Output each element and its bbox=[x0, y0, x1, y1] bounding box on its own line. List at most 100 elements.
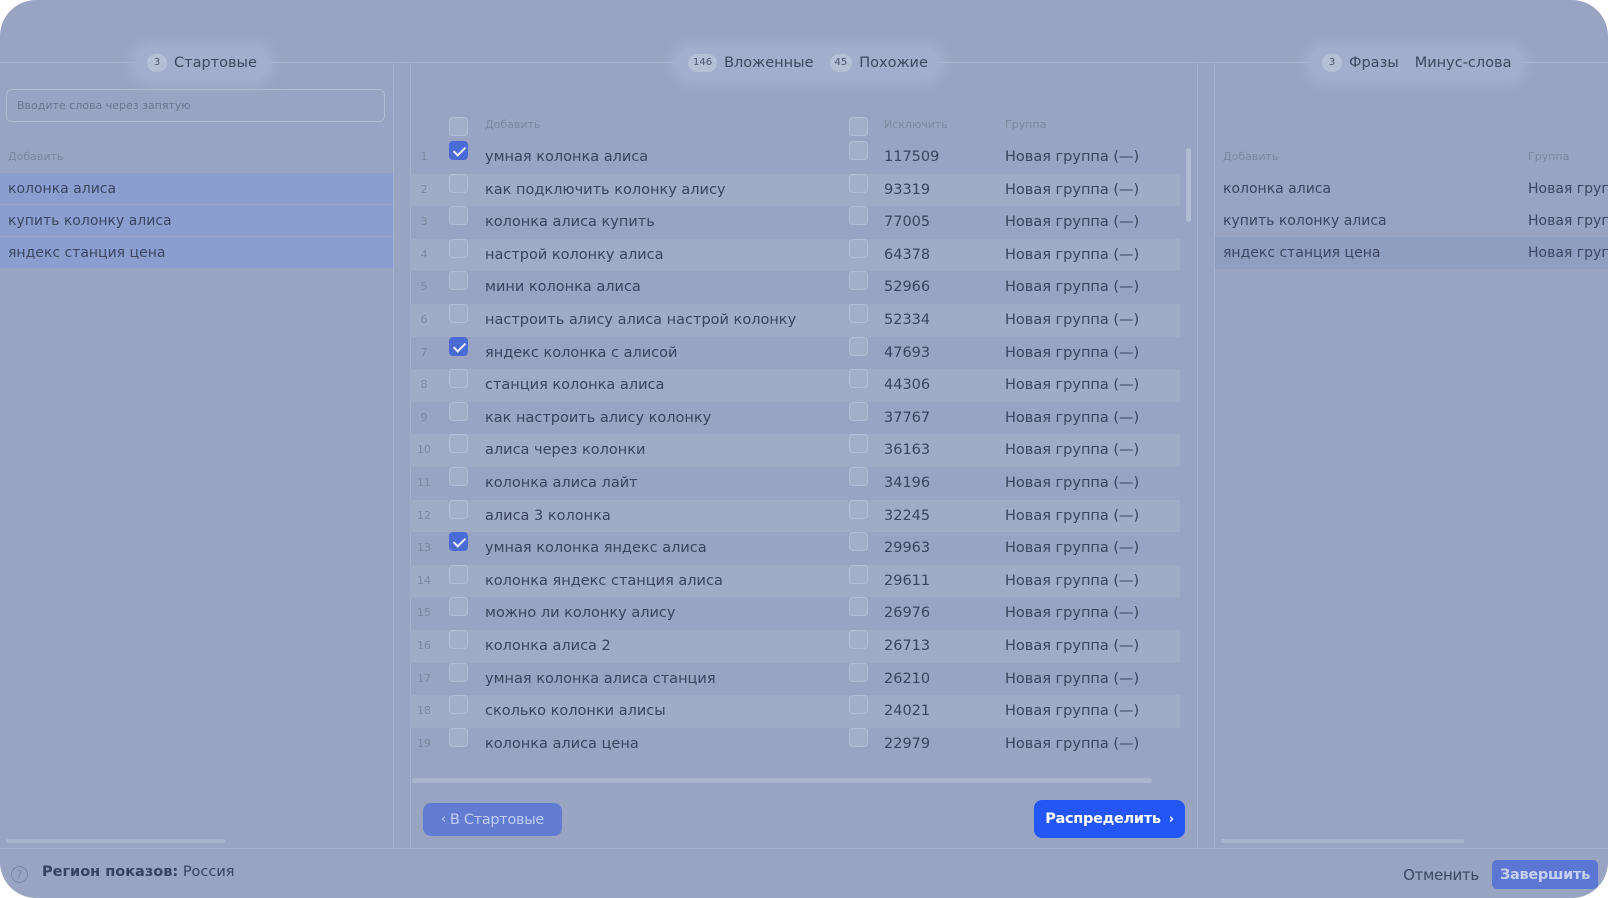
table-row[interactable]: 1 умная колонка алиса 117509 Новая группа (… bbox=[410, 141, 1180, 174]
table-row[interactable]: 4 настрой колонку алиса 64378 Новая группа … bbox=[410, 238, 1180, 272]
help-icon[interactable]: ? bbox=[11, 866, 28, 883]
exclude-checkbox[interactable] bbox=[849, 271, 868, 291]
exclude-checkbox[interactable] bbox=[849, 238, 868, 258]
phrase-group: Новая группа (—) bbox=[1528, 245, 1608, 261]
list-item[interactable]: купить колонку алиса Новая группа (—) bbox=[1215, 205, 1608, 237]
add-checkbox[interactable] bbox=[449, 727, 468, 747]
table-row[interactable]: 9 как настроить алису колонку 37767 Новая г… bbox=[410, 401, 1180, 435]
table-horizontal-scrollbar[interactable] bbox=[412, 778, 1152, 783]
add-checkbox[interactable] bbox=[449, 662, 468, 682]
group-value[interactable]: Новая группа (—) bbox=[1005, 500, 1139, 533]
table-row[interactable]: 19 колонка алиса цена 22979 Новая группа (—… bbox=[410, 727, 1180, 761]
add-checkbox[interactable] bbox=[449, 499, 468, 519]
add-checkbox[interactable] bbox=[449, 336, 468, 356]
distribute-button[interactable]: Распределить › bbox=[1034, 800, 1185, 838]
group-value[interactable]: Новая группа (—) bbox=[1005, 663, 1139, 696]
seed-words-input[interactable] bbox=[6, 89, 385, 122]
list-item[interactable]: колонка алиса Новая группа (—) bbox=[1215, 173, 1608, 205]
add-checkbox[interactable] bbox=[449, 173, 468, 193]
group-value[interactable]: Новая группа (—) bbox=[1005, 174, 1139, 207]
select-all-add-checkbox[interactable] bbox=[449, 117, 468, 136]
add-checkbox[interactable] bbox=[449, 369, 468, 389]
table-row[interactable]: 16 колонка алиса 2 26713 Новая группа (—) bbox=[410, 629, 1180, 663]
exclude-checkbox[interactable] bbox=[849, 401, 868, 421]
add-checkbox[interactable] bbox=[449, 597, 468, 617]
back-to-seeds-button[interactable]: ‹ В Стартовые bbox=[423, 803, 562, 836]
add-checkbox[interactable] bbox=[449, 271, 468, 291]
add-checkbox[interactable] bbox=[449, 466, 468, 486]
table-row[interactable]: 5 мини колонка алиса 52966 Новая группа (—) bbox=[410, 271, 1180, 304]
table-row[interactable]: 7 яндекс колонка с алисой 47693 Новая групп… bbox=[410, 336, 1180, 370]
exclude-checkbox[interactable] bbox=[849, 629, 868, 649]
exclude-checkbox[interactable] bbox=[849, 369, 868, 389]
table-row[interactable]: 17 умная колонка алиса станция 26210 Новая … bbox=[410, 662, 1180, 696]
group-value[interactable]: Новая группа (—) bbox=[1005, 239, 1139, 272]
table-row[interactable]: 18 сколько колонки алисы 24021 Новая группа… bbox=[410, 695, 1180, 728]
add-checkbox[interactable] bbox=[449, 564, 468, 584]
add-checkbox[interactable] bbox=[449, 401, 468, 421]
add-checkbox[interactable] bbox=[449, 629, 468, 649]
exclude-checkbox[interactable] bbox=[849, 206, 868, 226]
group-value[interactable]: Новая группа (—) bbox=[1005, 402, 1139, 435]
exclude-checkbox[interactable] bbox=[849, 597, 868, 617]
list-item[interactable]: колонка алиса bbox=[0, 173, 393, 205]
tab-phrases[interactable]: Фразы bbox=[1349, 55, 1399, 71]
add-checkbox[interactable] bbox=[449, 238, 468, 258]
group-value[interactable]: Новая группа (—) bbox=[1005, 337, 1139, 370]
exclude-checkbox[interactable] bbox=[849, 141, 868, 160]
table-row[interactable]: 14 колонка яндекс станция алиса 29611 Новая… bbox=[410, 564, 1180, 598]
exclude-checkbox[interactable] bbox=[849, 727, 868, 747]
group-value[interactable]: Новая группа (—) bbox=[1005, 532, 1139, 565]
exclude-checkbox[interactable] bbox=[849, 303, 868, 323]
group-value[interactable]: Новая группа (—) bbox=[1005, 369, 1139, 402]
group-value[interactable]: Новая группа (—) bbox=[1005, 695, 1139, 728]
group-value[interactable]: Новая группа (—) bbox=[1005, 206, 1139, 239]
add-checkbox[interactable] bbox=[449, 303, 468, 323]
exclude-checkbox[interactable] bbox=[849, 662, 868, 682]
tab-seeds[interactable]: 3 Стартовые bbox=[135, 47, 269, 79]
table-row[interactable]: 11 колонка алиса лайт 34196 Новая группа (—… bbox=[410, 466, 1180, 500]
table-vertical-scrollbar[interactable] bbox=[1186, 148, 1191, 222]
group-value[interactable]: Новая группа (—) bbox=[1005, 630, 1139, 663]
cancel-button[interactable]: Отменить bbox=[1395, 860, 1487, 889]
group-value[interactable]: Новая группа (—) bbox=[1005, 728, 1139, 761]
tab-nested[interactable]: Вложенные bbox=[724, 55, 813, 71]
tab-minus-words[interactable]: Минус-слова bbox=[1415, 55, 1512, 71]
add-checkbox[interactable] bbox=[449, 532, 468, 552]
exclude-checkbox[interactable] bbox=[849, 532, 868, 552]
add-checkbox[interactable] bbox=[449, 695, 468, 715]
exclude-checkbox[interactable] bbox=[849, 695, 868, 715]
table-row[interactable]: 13 умная колонка яндекс алиса 29963 Новая г… bbox=[410, 532, 1180, 565]
table-row[interactable]: 6 настроить алису алиса настрой колонку 52… bbox=[410, 303, 1180, 337]
table-row[interactable]: 15 можно ли колонку алису 26976 Новая групп… bbox=[410, 597, 1180, 630]
select-all-exclude-checkbox[interactable] bbox=[849, 117, 868, 136]
exclude-checkbox[interactable] bbox=[849, 499, 868, 519]
exclude-checkbox[interactable] bbox=[849, 564, 868, 584]
add-checkbox[interactable] bbox=[449, 206, 468, 226]
list-item[interactable]: яндекс станция цена bbox=[0, 237, 393, 269]
list-item[interactable]: купить колонку алиса bbox=[0, 205, 393, 237]
left-horizontal-scrollbar[interactable] bbox=[6, 839, 225, 843]
table-row[interactable]: 10 алиса через колонки 36163 Новая группа (… bbox=[410, 434, 1180, 467]
group-value[interactable]: Новая группа (—) bbox=[1005, 597, 1139, 630]
table-row[interactable]: 2 как подключить колонку алису 93319 Новая … bbox=[410, 173, 1180, 207]
exclude-checkbox[interactable] bbox=[849, 434, 868, 454]
list-item[interactable]: яндекс станция цена Новая группа (—) bbox=[1215, 237, 1608, 269]
group-value[interactable]: Новая группа (—) bbox=[1005, 141, 1139, 174]
add-checkbox[interactable] bbox=[449, 141, 468, 160]
exclude-checkbox[interactable] bbox=[849, 466, 868, 486]
group-value[interactable]: Новая группа (—) bbox=[1005, 271, 1139, 304]
group-value[interactable]: Новая группа (—) bbox=[1005, 434, 1139, 467]
tab-similar[interactable]: Похожие bbox=[859, 55, 928, 71]
exclude-checkbox[interactable] bbox=[849, 336, 868, 356]
add-checkbox[interactable] bbox=[449, 434, 468, 454]
finish-button[interactable]: Завершить bbox=[1492, 860, 1598, 889]
group-value[interactable]: Новая группа (—) bbox=[1005, 467, 1139, 500]
table-row[interactable]: 12 алиса 3 колонка 32245 Новая группа (—) bbox=[410, 499, 1180, 533]
group-value[interactable]: Новая группа (—) bbox=[1005, 565, 1139, 598]
table-row[interactable]: 8 станция колонка алиса 44306 Новая группа … bbox=[410, 369, 1180, 402]
right-horizontal-scrollbar[interactable] bbox=[1221, 839, 1464, 843]
exclude-checkbox[interactable] bbox=[849, 173, 868, 193]
group-value[interactable]: Новая группа (—) bbox=[1005, 304, 1139, 337]
table-row[interactable]: 3 колонка алиса купить 77005 Новая группа (… bbox=[410, 206, 1180, 239]
